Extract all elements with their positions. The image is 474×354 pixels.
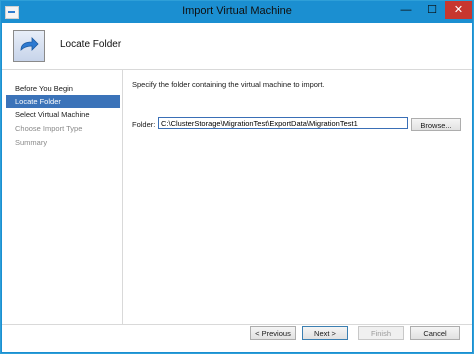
wizard-steps: Before You Begin Locate Folder Select Vi… — [2, 70, 123, 324]
close-button[interactable]: ✕ — [445, 1, 472, 19]
previous-button[interactable]: < Previous — [250, 326, 296, 340]
step-summary: Summary — [15, 138, 48, 147]
arrow-folder-icon — [13, 30, 45, 62]
maximize-button[interactable]: ☐ — [419, 1, 445, 19]
footer-divider — [2, 324, 472, 325]
import-vm-window: Import Virtual Machine — ☐ ✕ Locate Fold… — [0, 0, 474, 354]
wizard-header: Locate Folder — [2, 23, 472, 70]
next-button[interactable]: Next > — [302, 326, 348, 340]
finish-button: Finish — [358, 326, 404, 340]
step-choose-import-type: Choose Import Type — [15, 124, 83, 133]
folder-label: Folder: — [132, 120, 156, 129]
instruction-text: Specify the folder containing the virtua… — [132, 80, 325, 89]
step-locate-folder[interactable]: Locate Folder — [6, 95, 120, 108]
main-panel: Specify the folder containing the virtua… — [130, 70, 470, 324]
page-title: Locate Folder — [60, 39, 122, 50]
step-before-you-begin[interactable]: Before You Begin — [6, 82, 120, 95]
cancel-button[interactable]: Cancel — [410, 326, 460, 340]
browse-button[interactable]: Browse... — [411, 118, 461, 131]
folder-path-input[interactable]: C:\ClusterStorage\MigrationTest\ExportDa… — [158, 117, 408, 129]
step-select-virtual-machine[interactable]: Select Virtual Machine — [6, 108, 120, 121]
minimize-button[interactable]: — — [393, 1, 419, 19]
title-bar[interactable]: Import Virtual Machine — ☐ ✕ — [1, 1, 473, 23]
wizard-content: Locate Folder Before You Begin Locate Fo… — [2, 23, 472, 352]
